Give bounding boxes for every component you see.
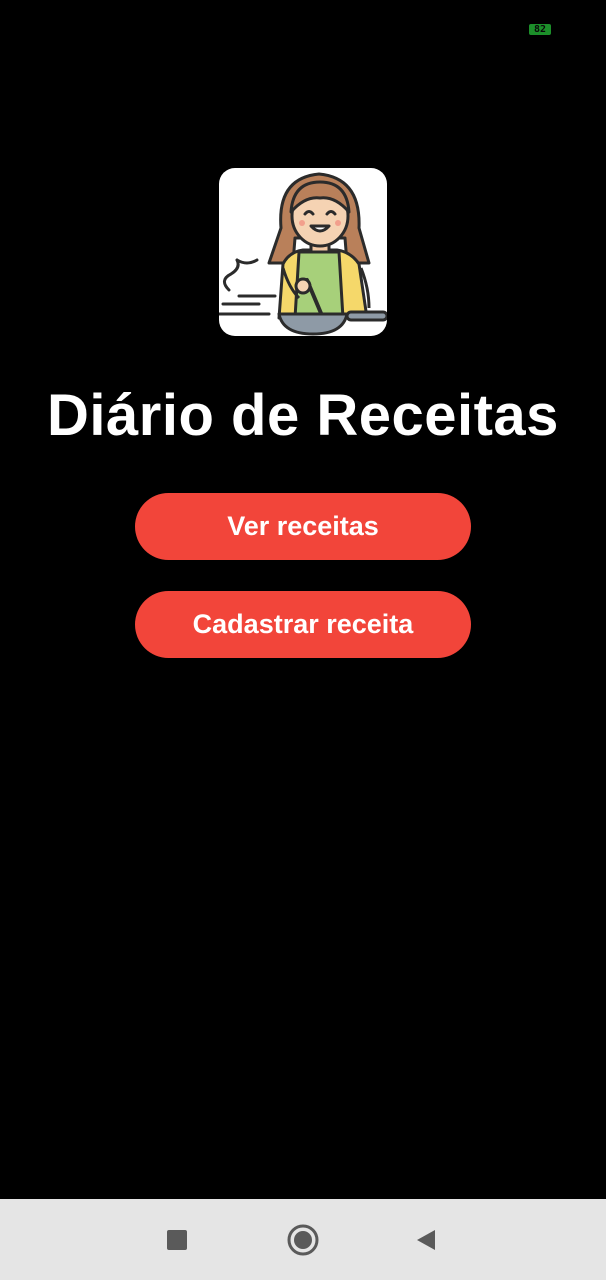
app-title: Diário de Receitas	[47, 383, 559, 448]
register-recipe-button[interactable]: Cadastrar receita	[135, 591, 471, 658]
triangle-back-icon[interactable]	[415, 1228, 437, 1252]
chef-cooking-icon	[219, 168, 387, 336]
battery-level: 82	[533, 24, 547, 35]
view-recipes-button[interactable]: Ver receitas	[135, 493, 471, 560]
navigation-bar	[0, 1199, 606, 1280]
square-icon[interactable]	[167, 1230, 187, 1250]
app-screen: 82 Diário de Receitas Ver receitas Cadas…	[0, 0, 606, 1280]
battery-indicator: 82	[529, 24, 551, 35]
circle-icon[interactable]	[287, 1224, 319, 1256]
status-bar: 82	[0, 0, 606, 60]
